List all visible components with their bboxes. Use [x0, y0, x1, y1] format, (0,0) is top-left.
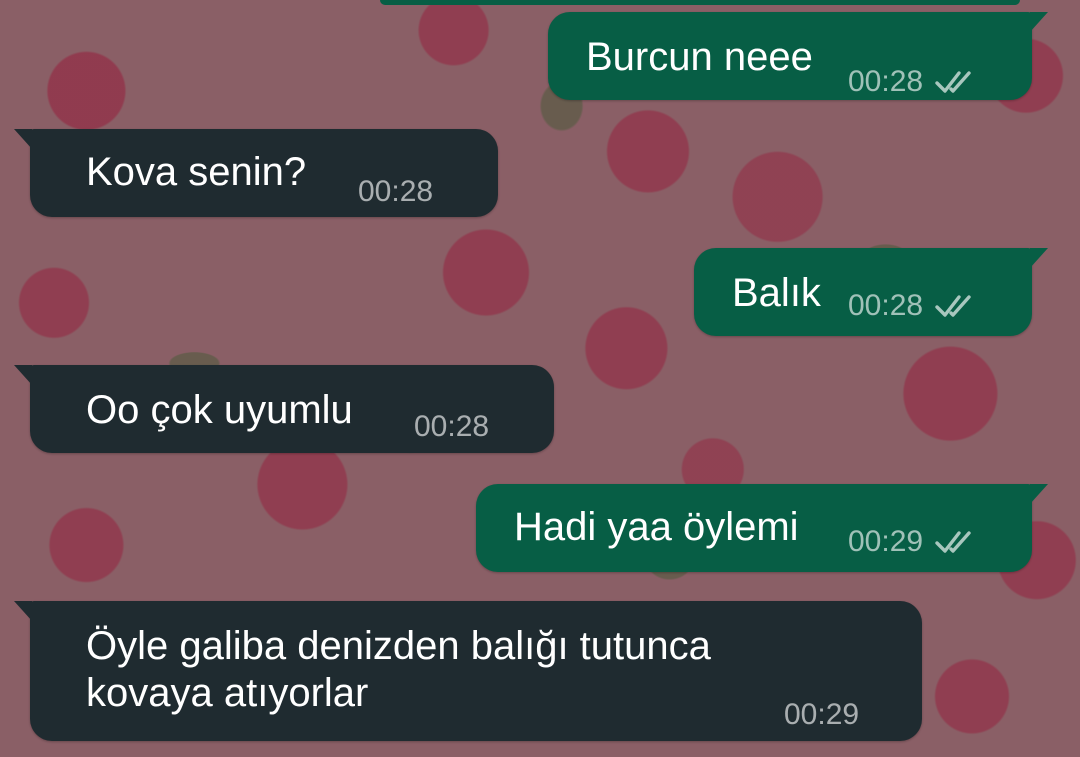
- message-meta: 00:28: [848, 290, 979, 322]
- double-check-icon: [935, 527, 979, 557]
- message-time: 00:28: [358, 175, 434, 208]
- message-text: Hadi yaa öylemi: [514, 505, 799, 549]
- message-text: Öyle galiba denizden balığı tutunca kova…: [86, 624, 711, 715]
- incoming-message[interactable]: Öyle galiba denizden balığı tutunca kova…: [14, 601, 922, 741]
- double-check-icon: [935, 67, 979, 97]
- message-time: 00:28: [848, 65, 924, 98]
- message-time: 00:28: [848, 289, 924, 322]
- message-time: 00:28: [414, 410, 490, 443]
- partial-message-bubble[interactable]: [380, 0, 1020, 5]
- outgoing-message[interactable]: Balık 00:28: [694, 248, 1048, 336]
- message-meta: 00:28: [848, 66, 979, 98]
- message-meta: 00:29: [848, 526, 979, 558]
- incoming-message[interactable]: Kova senin? 00:28: [14, 129, 498, 217]
- message-meta: 00:29: [784, 699, 859, 731]
- message-text: Oo çok uyumlu: [86, 388, 353, 432]
- incoming-message[interactable]: Oo çok uyumlu 00:28: [14, 365, 554, 453]
- message-text: Balık: [732, 271, 821, 315]
- message-meta: 00:28: [358, 176, 433, 208]
- double-check-icon: [935, 291, 979, 321]
- message-text: Kova senin?: [86, 150, 307, 194]
- message-meta: 00:28: [414, 411, 489, 443]
- message-time: 00:29: [848, 525, 924, 558]
- outgoing-message[interactable]: Hadi yaa öylemi 00:29: [476, 484, 1048, 572]
- message-text: Burcun neee: [586, 35, 813, 79]
- chat-background: Burcun neee 00:28 Kova senin? 00:28 Balı…: [0, 0, 1080, 757]
- outgoing-message[interactable]: Burcun neee 00:28: [548, 12, 1048, 100]
- message-time: 00:29: [784, 698, 860, 731]
